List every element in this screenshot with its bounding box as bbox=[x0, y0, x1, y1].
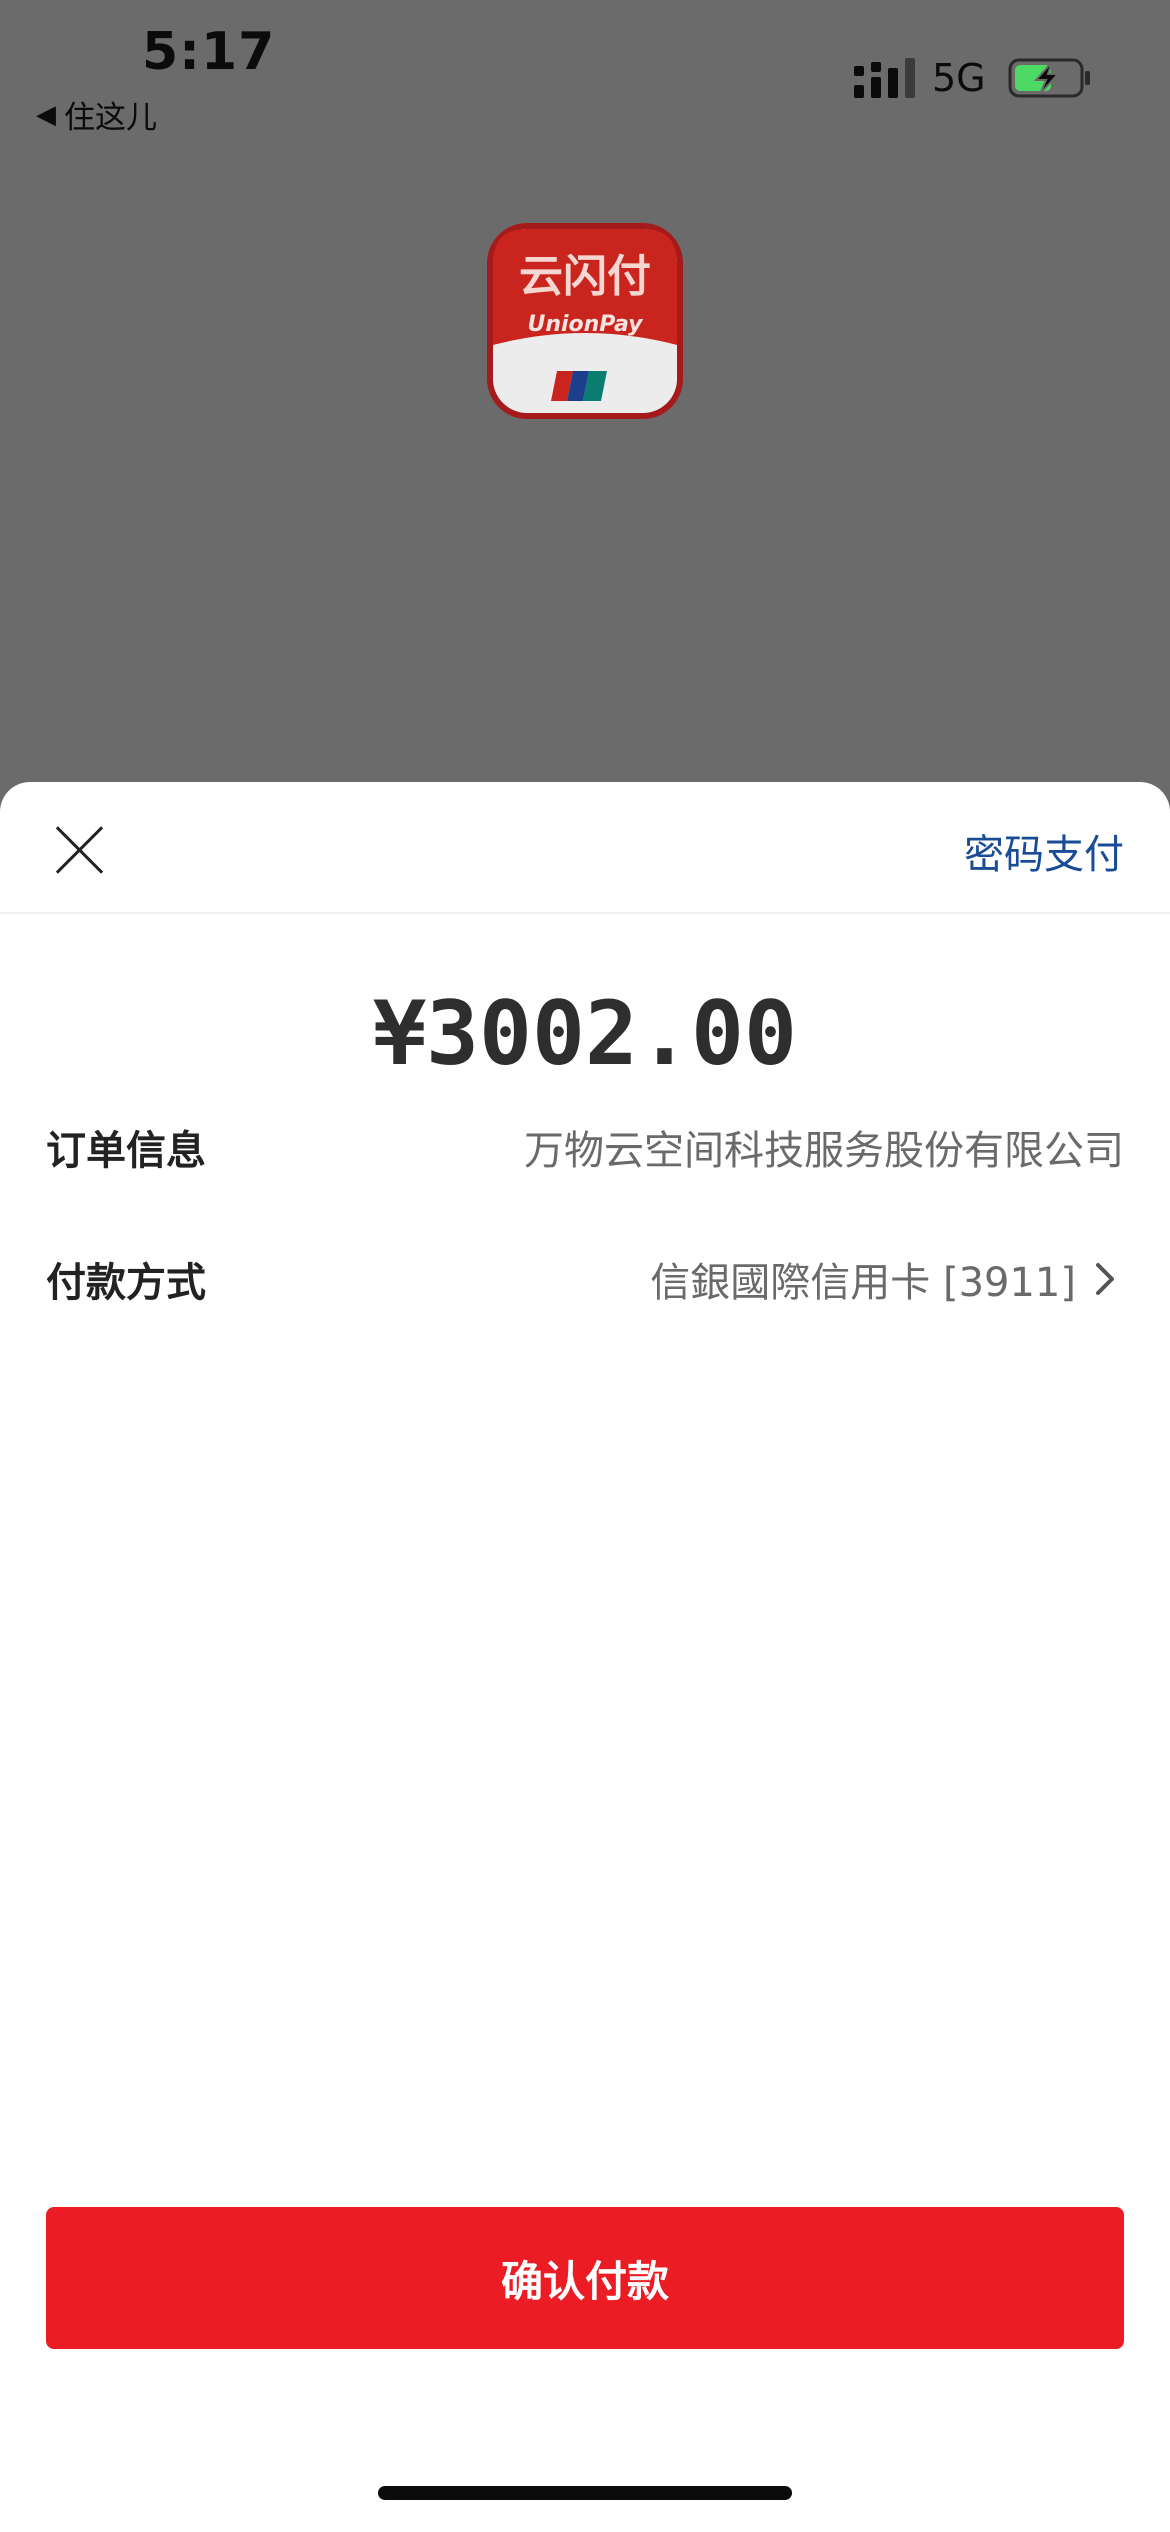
back-triangle-icon: ◀ bbox=[36, 99, 56, 130]
chevron-right-icon bbox=[1096, 1263, 1114, 1295]
logo-text-en: UnionPay bbox=[527, 312, 644, 337]
payment-sheet: 密码支付 ¥3002.00 订单信息 万物云空间科技服务股份有限公司 付款方式 … bbox=[0, 782, 1170, 2532]
order-info-row: 订单信息 万物云空间科技服务股份有限公司 bbox=[46, 1112, 1124, 1182]
logo-text-cn: 云闪付 bbox=[519, 251, 651, 302]
status-bar: 5:17 ◀ 住这儿 5G bbox=[0, 0, 1170, 140]
payment-method-selector[interactable]: 信銀國際信用卡 [3911] bbox=[650, 1250, 1124, 1308]
back-to-app-link[interactable]: ◀ 住这儿 bbox=[36, 92, 157, 137]
home-indicator bbox=[378, 2486, 792, 2500]
close-icon[interactable] bbox=[48, 816, 110, 878]
payment-amount: ¥3002.00 bbox=[373, 982, 797, 1085]
network-type: 5G bbox=[932, 56, 986, 100]
payment-method-row[interactable]: 付款方式 信銀國際信用卡 [3911] bbox=[46, 1244, 1124, 1314]
unionpay-app-logo: 云闪付 UnionPay bbox=[487, 223, 683, 419]
sheet-header: 密码支付 bbox=[0, 782, 1170, 914]
password-pay-link[interactable]: 密码支付 bbox=[964, 822, 1124, 880]
confirm-payment-button[interactable]: 确认付款 bbox=[46, 2207, 1124, 2349]
payment-method-value: 信銀國際信用卡 [3911] bbox=[650, 1260, 1076, 1306]
merchant-name: 万物云空间科技服务股份有限公司 bbox=[524, 1128, 1124, 1174]
battery-charging-icon bbox=[1008, 58, 1090, 98]
order-info-label: 订单信息 bbox=[46, 1128, 206, 1174]
signal-icon bbox=[854, 58, 915, 98]
back-app-label: 住这儿 bbox=[64, 100, 157, 136]
payment-method-label: 付款方式 bbox=[46, 1260, 206, 1306]
status-time: 5:17 bbox=[142, 22, 276, 82]
